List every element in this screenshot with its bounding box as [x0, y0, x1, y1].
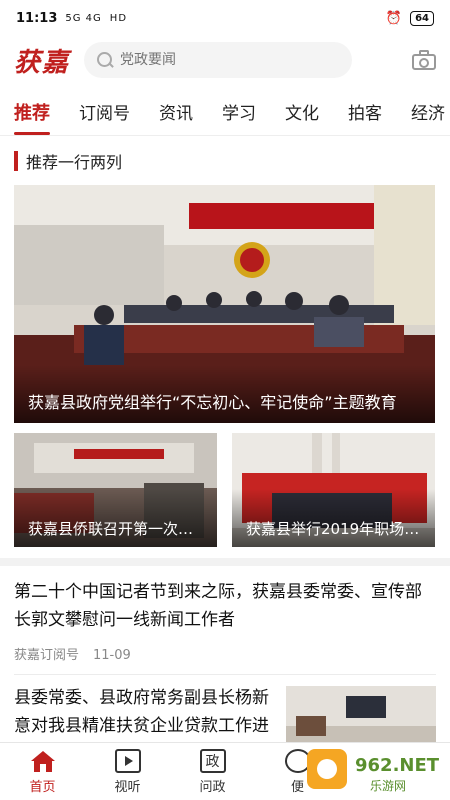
news-title: 县委常委、县政府常务副县长杨新意对我县精准扶贫企业贷款工作进行调研	[14, 688, 269, 736]
status-time: 11:13	[16, 10, 58, 26]
nav-video[interactable]: 视听	[85, 743, 170, 800]
meeting-room-photo	[286, 686, 436, 746]
section-divider	[0, 558, 450, 566]
tab-recommend[interactable]: 推荐	[14, 99, 50, 135]
news-card-right[interactable]: 获嘉县举行2019年职场启动仪式	[232, 433, 435, 547]
section-title: 推荐一行两列	[26, 153, 123, 172]
search-icon	[96, 51, 114, 69]
search-input[interactable]	[120, 52, 321, 68]
tab-culture[interactable]: 文化	[285, 99, 319, 128]
tab-news[interactable]: 资讯	[159, 99, 193, 128]
alarm-icon: ⏰	[385, 10, 403, 26]
section-header: 推荐一行两列	[14, 150, 122, 172]
home-icon	[30, 750, 55, 772]
nav-wenzheng-label: 问政	[199, 779, 226, 795]
tab-economy[interactable]: 经济	[411, 99, 445, 128]
section-accent-bar	[14, 151, 18, 171]
news-card-left[interactable]: 获嘉县侨联召开第一次代表大会	[14, 433, 217, 547]
news-list-item[interactable]: 第二十个中国记者节到来之际，获嘉县委常委、宣传部长郭文攀慰问一线新闻工作者 获嘉…	[14, 578, 436, 663]
news-card-right-caption: 获嘉县举行2019年职场启动仪式	[246, 520, 425, 538]
signal-icon: 5G 4G	[65, 12, 102, 24]
nav-home[interactable]: 首页	[0, 743, 85, 800]
svg-text:乐游网: 乐游网	[370, 779, 406, 793]
nav-convenience-label: 便	[290, 779, 304, 795]
tab-paike[interactable]: 拍客	[348, 99, 382, 128]
news-source: 获嘉订阅号	[14, 648, 80, 663]
app-header: 获嘉	[0, 38, 450, 82]
news-date: 11-09	[93, 648, 131, 663]
news-card-left-caption: 获嘉县侨联召开第一次代表大会	[28, 520, 207, 538]
list-divider	[14, 674, 436, 675]
tv-icon	[114, 748, 141, 773]
svg-text:962.NET: 962.NET	[355, 755, 440, 776]
nav-wenzheng[interactable]: 政 问政	[170, 743, 255, 800]
news-meta: 获嘉订阅号 11-09	[14, 644, 436, 663]
site-watermark-logo: 962.NET 乐游网	[307, 749, 440, 793]
network-icon: HD	[109, 12, 128, 24]
news-list-item[interactable]: 县委常委、县政府常务副县长杨新意对我县精准扶贫企业贷款工作进行调研	[14, 684, 276, 742]
featured-news-card[interactable]: 获嘉县政府党组举行“不忘初心、牢记使命”主题教育	[14, 185, 435, 423]
tab-subscription[interactable]: 订阅号	[79, 99, 130, 128]
zheng-icon: 政	[199, 748, 226, 773]
news-title: 第二十个中国记者节到来之际，获嘉县委常委、宣传部长郭文攀慰问一线新闻工作者	[14, 582, 422, 630]
nav-video-label: 视听	[114, 779, 141, 795]
camera-icon[interactable]	[412, 50, 436, 70]
tab-study[interactable]: 学习	[222, 99, 256, 128]
featured-news-caption: 获嘉县政府党组举行“不忘初心、牢记使命”主题教育	[28, 393, 397, 412]
news-thumbnail[interactable]	[286, 686, 436, 746]
category-tabs: 推荐 订阅号 资讯 学习 文化 拍客 经济	[0, 92, 450, 136]
nav-home-label: 首页	[29, 779, 56, 795]
status-bar: 11:13 5G 4G HD ⏰ 64	[0, 0, 450, 36]
app-logo: 获嘉	[14, 47, 71, 78]
battery-icon: 64	[410, 10, 434, 26]
search-bar[interactable]	[84, 42, 353, 78]
